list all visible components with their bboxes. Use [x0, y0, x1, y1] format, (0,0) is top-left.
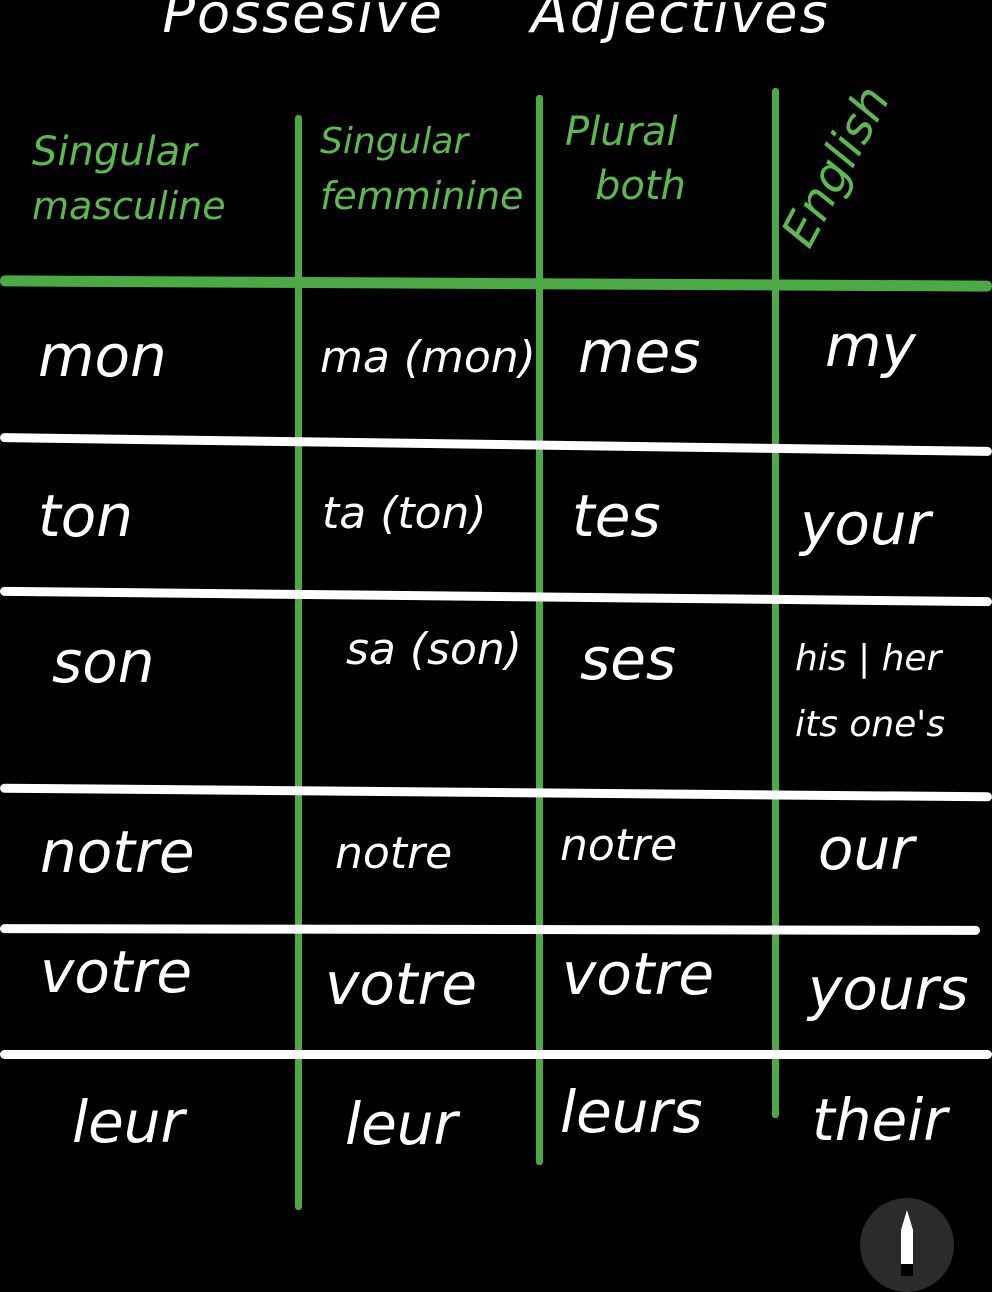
title-word-2: Adjectives — [530, 0, 830, 45]
row-divider-1 — [0, 433, 992, 456]
pen-icon — [892, 1208, 922, 1282]
cell-mes: mes — [578, 318, 701, 386]
cell-his-her: his | her its one's — [795, 638, 945, 745]
row-divider-2 — [0, 586, 992, 607]
header-singular-femminine: Singular femminine — [320, 121, 524, 218]
cell-tes: tes — [572, 482, 661, 550]
column-divider-2 — [536, 95, 543, 1165]
page-title: Possesive Adjectives — [0, 0, 992, 45]
cell-my: my — [825, 312, 916, 380]
cell-ta-ton: ta (ton) — [322, 488, 487, 539]
cell-your: your — [800, 490, 931, 558]
cell-notre-2: notre — [335, 828, 453, 879]
cell-our: our — [818, 815, 915, 883]
cell-yours: yours — [808, 955, 969, 1023]
cell-their: their — [812, 1086, 948, 1154]
header-plural-both: Plural both — [565, 109, 686, 209]
cell-notre-3: notre — [560, 820, 678, 871]
cell-ma-mon: ma (mon) — [320, 332, 536, 383]
cell-leur-2: leur — [345, 1090, 458, 1158]
header-english: English — [770, 76, 902, 256]
cell-mon: mon — [38, 322, 167, 390]
title-word-1: Possesive — [162, 0, 444, 45]
row-divider-4 — [0, 924, 981, 935]
cell-leur-1: leur — [72, 1088, 185, 1156]
cell-ton: ton — [38, 482, 133, 550]
cell-sa-son: sa (son) — [346, 624, 522, 675]
cell-leurs: leurs — [560, 1078, 703, 1146]
cell-son: son — [52, 628, 155, 696]
cell-notre-1: notre — [40, 818, 195, 886]
pen-tool-button[interactable] — [860, 1198, 954, 1292]
header-divider — [0, 275, 992, 292]
cell-votre-2: votre — [325, 950, 478, 1018]
row-divider-3 — [0, 783, 992, 802]
row-divider-5 — [0, 1050, 992, 1059]
cell-votre-3: votre — [562, 940, 715, 1008]
cell-votre-1: votre — [40, 938, 193, 1006]
header-singular-masculine: Singular masculine — [32, 129, 226, 228]
cell-ses: ses — [580, 625, 677, 693]
